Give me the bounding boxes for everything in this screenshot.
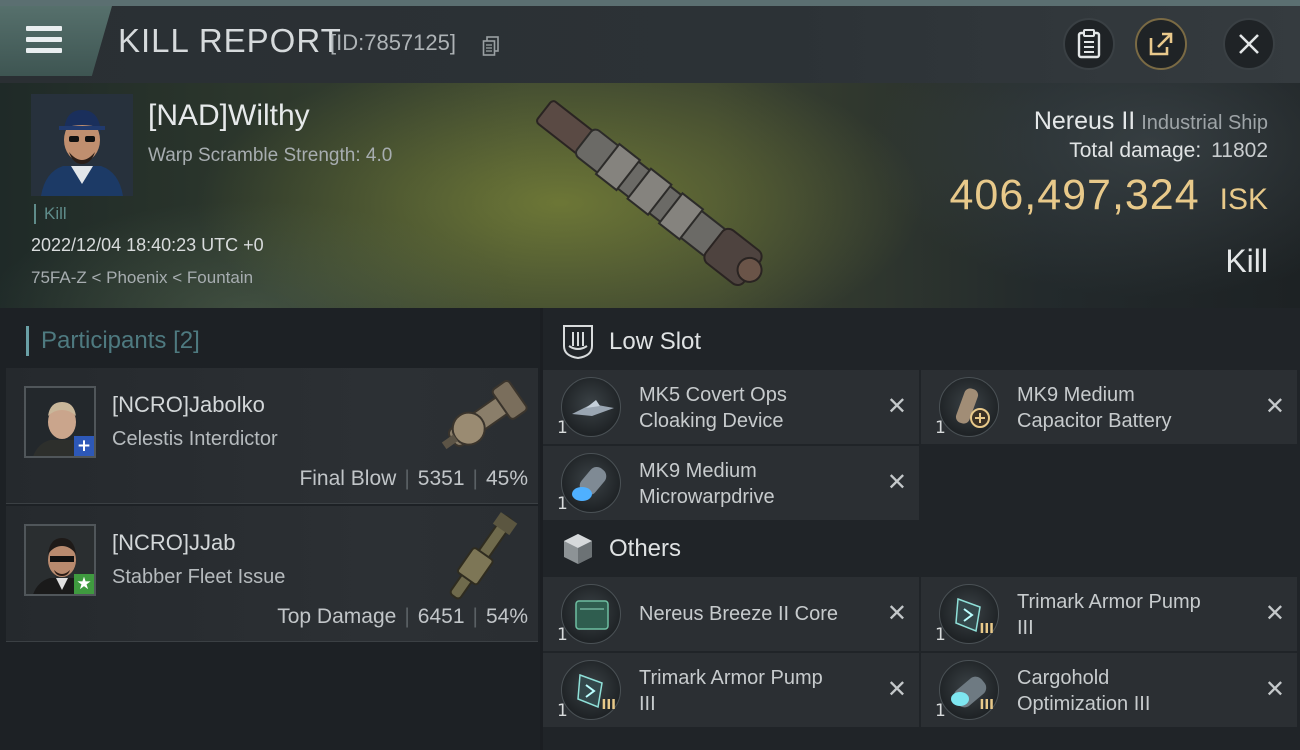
isk-value: 406,497,324 ISK (949, 171, 1268, 219)
clipboard-button[interactable] (1063, 18, 1115, 70)
module-name: MK9 Medium Capacitor Battery (1017, 384, 1172, 432)
top-accent-line (0, 0, 1300, 6)
module-quantity: 1 (557, 625, 568, 645)
participant-row[interactable]: ★ [NCRO]JJab Stabber Fleet Issue Top Dam… (6, 506, 538, 642)
clipboard-icon (1077, 29, 1101, 59)
participant-ship: Celestis Interdictor (112, 428, 278, 450)
module-quantity: 1 (557, 418, 568, 438)
capacitor-battery-icon (939, 377, 999, 437)
participant-stats: Top Damage | 6451 | 54% (277, 605, 528, 628)
menu-button[interactable] (0, 6, 112, 76)
participant-name[interactable]: [NCRO]Jabolko (112, 392, 265, 418)
kill-result: Kill (1225, 243, 1268, 279)
destroyed-icon: ✕ (1264, 675, 1285, 703)
victim-name[interactable]: [NAD]Wilthy (148, 99, 310, 133)
participant-name[interactable]: [NCRO]JJab (112, 530, 235, 556)
participant-ship-image[interactable] (426, 510, 536, 606)
module-name: MK9 Medium Microwarpdrive (639, 460, 775, 508)
plus-icon: + (74, 436, 94, 456)
victim-ship-image[interactable] (525, 91, 785, 301)
kill-location[interactable]: 75FA-Z < Phoenix < Fountain (31, 268, 253, 288)
module-name: MK5 Covert Ops Cloaking Device (639, 384, 787, 432)
destroyed-icon: ✕ (1264, 599, 1285, 627)
module-item[interactable]: III 1 Trimark Armor Pump III ✕ (921, 577, 1297, 651)
module-name: Cargohold Optimization III (1017, 667, 1151, 715)
victim-ship-name[interactable]: Nereus II Industrial Ship (1034, 107, 1268, 136)
others-header: Others (561, 529, 681, 569)
warp-scramble-strength: Warp Scramble Strength: 4.0 (148, 145, 393, 166)
low-slot-header: Low Slot (561, 322, 701, 362)
kill-tag: Kill (34, 204, 67, 224)
module-quantity: 1 (557, 494, 568, 514)
victim-banner: [NAD]Wilthy Warp Scramble Strength: 4.0 … (0, 83, 1300, 308)
kill-datetime: 2022/12/04 18:40:23 UTC +0 (31, 235, 264, 255)
total-damage: Total damage: 11802 (1069, 139, 1268, 162)
participant-ship: Stabber Fleet Issue (112, 566, 286, 588)
armor-pump-icon: III (561, 660, 621, 720)
module-quantity: 1 (935, 625, 946, 645)
victim-portrait[interactable] (31, 94, 133, 196)
participant-stats: Final Blow | 5351 | 45% (299, 467, 528, 490)
module-quantity: 1 (557, 701, 568, 721)
fittings-panel: Low Slot 1 MK5 Covert Ops Cloaking Device… (543, 308, 1300, 750)
participants-panel: Participants [2] + [NCRO]Jabolko Celesti… (0, 308, 540, 750)
destroyed-icon: ✕ (1264, 392, 1285, 420)
share-button[interactable] (1135, 18, 1187, 70)
participant-portrait[interactable]: + (24, 386, 96, 458)
others-label: Others (609, 535, 682, 562)
copy-icon[interactable] (482, 36, 500, 56)
share-icon (1149, 32, 1173, 56)
module-name: Trimark Armor Pump III (639, 667, 823, 715)
participants-heading: Participants [2] (26, 326, 200, 356)
module-name: Trimark Armor Pump III (1017, 591, 1201, 639)
participant-portrait[interactable]: ★ (24, 524, 96, 596)
destroyed-icon: ✕ (886, 599, 907, 627)
module-quantity: 1 (935, 418, 946, 438)
module-quantity: 1 (935, 701, 946, 721)
participant-ship-image[interactable] (426, 372, 536, 468)
module-item[interactable]: 1 MK9 Medium Microwarpdrive ✕ (543, 446, 919, 520)
star-icon: ★ (74, 574, 94, 594)
module-item[interactable]: 1 Nereus Breeze II Core ✕ (543, 577, 919, 651)
destroyed-icon: ✕ (886, 468, 907, 496)
low-slot-label: Low Slot (609, 328, 702, 355)
report-id: [ID:7857125] (330, 30, 456, 55)
cargohold-optimization-icon: III (939, 660, 999, 720)
module-item[interactable]: 1 MK9 Medium Capacitor Battery ✕ (921, 370, 1297, 444)
ship-core-icon (561, 584, 621, 644)
cloaking-device-icon (561, 377, 621, 437)
top-bar: KILL REPORT [ID:7857125] (0, 0, 1300, 83)
close-icon (1239, 34, 1259, 54)
destroyed-icon: ✕ (886, 392, 907, 420)
module-item[interactable]: III 1 Cargohold Optimization III ✕ (921, 653, 1297, 727)
cube-icon (564, 534, 592, 564)
participant-row[interactable]: + [NCRO]Jabolko Celestis Interdictor Fin… (6, 368, 538, 504)
page-title: KILL REPORT (118, 22, 342, 59)
module-item[interactable]: 1 MK5 Covert Ops Cloaking Device ✕ (543, 370, 919, 444)
module-name: Nereus Breeze II Core (639, 603, 838, 625)
module-item[interactable]: III 1 Trimark Armor Pump III ✕ (543, 653, 919, 727)
low-slot-icon (563, 325, 593, 360)
destroyed-icon: ✕ (886, 675, 907, 703)
microwarpdrive-icon (561, 453, 621, 513)
close-button[interactable] (1223, 18, 1275, 70)
armor-pump-icon: III (939, 584, 999, 644)
